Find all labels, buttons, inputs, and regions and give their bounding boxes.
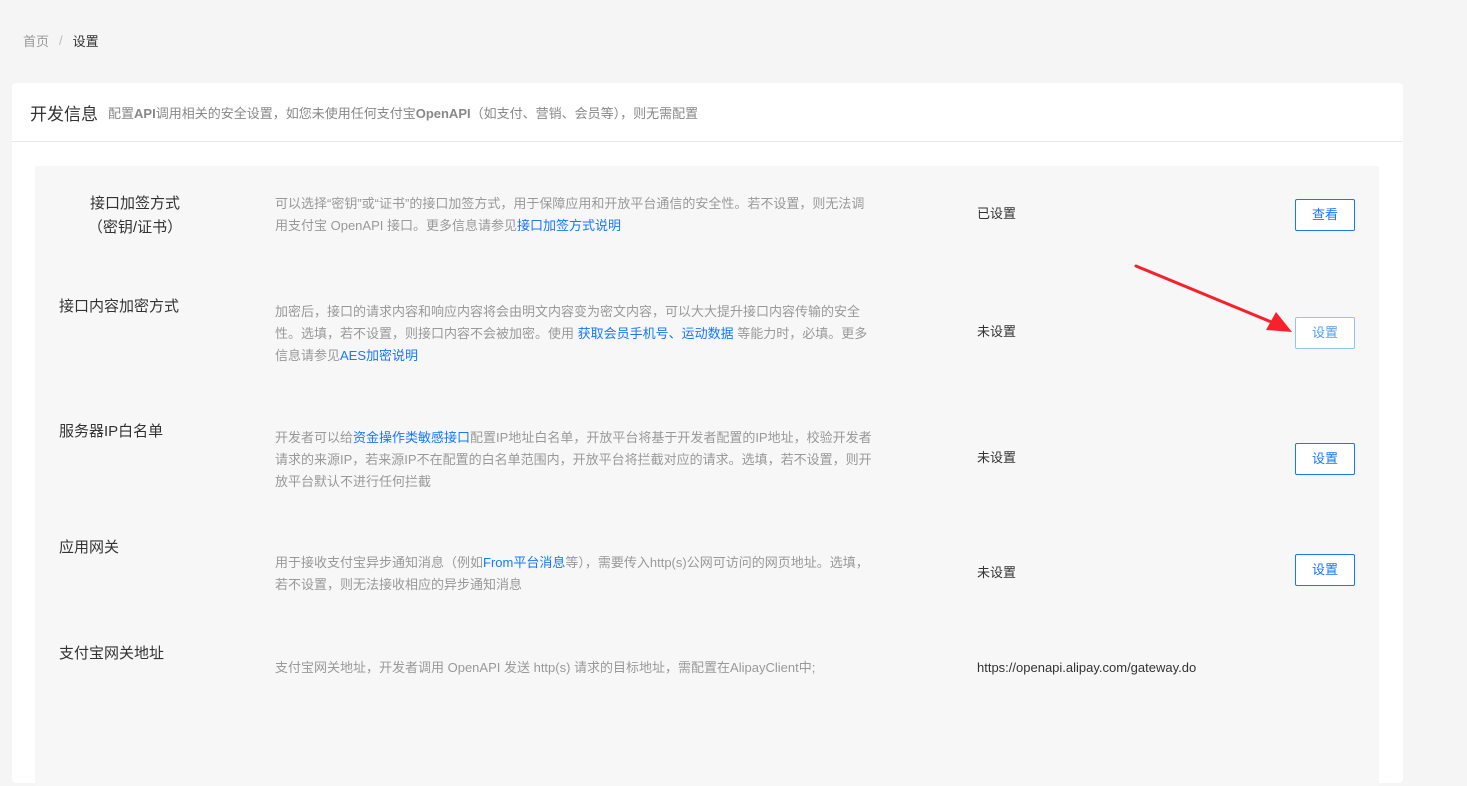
card-title: 开发信息 [30,104,98,124]
breadcrumb-separator: / [59,33,63,48]
row-status: 未设置 [977,450,1017,465]
sign-method-doc-link[interactable]: 接口加签方式说明 [517,218,621,233]
breadcrumb-current: 设置 [72,34,99,49]
card-description: 配置API调用相关的安全设置，如您未使用任何支付宝OpenAPI（如支付、营销、… [108,105,699,121]
row-label: 服务器IP白名单 [59,423,164,440]
fund-api-link[interactable]: 资金操作类敏感接口 [353,430,470,445]
row-description: 加密后，接口的请求内容和响应内容将会由明文内容变为密文内容，可以大大提升接口内容… [275,304,868,363]
red-arrow-icon [1134,264,1292,332]
breadcrumb-home[interactable]: 首页 [23,31,49,50]
card-header: 开发信息 配置API调用相关的安全设置，如您未使用任何支付宝OpenAPI（如支… [12,83,1403,142]
row-description: 开发者可以给资金操作类敏感接口配置IP地址白名单，开放平台将基于开发者配置的IP… [275,430,872,489]
gateway-url: https://openapi.alipay.com/gateway.do [977,660,1197,675]
row-description: 可以选择“密钥”或“证书”的接口加签方式，用于保障应用和开放平台通信的安全性。若… [275,196,865,233]
view-button[interactable]: 查看 [1295,199,1355,231]
breadcrumb: 首页 / 设置 [23,31,99,50]
sport-data-link[interactable]: 运动数据 [682,326,734,341]
row-description: 用于接收支付宝异步通知消息（例如From平台消息等），需要传入http(s)公网… [275,555,869,592]
set-button[interactable]: 设置 [1295,554,1355,586]
setting-row-app-gateway: 应用网关 用于接收支付宝异步通知消息（例如From平台消息等），需要传入http… [35,528,1379,628]
row-label: 接口加签方式 （密钥/证书） [87,195,183,236]
row-description: 支付宝网关地址，开发者调用 OpenAPI 发送 http(s) 请求的目标地址… [275,660,816,675]
member-phone-link[interactable]: 获取会员手机号 [578,326,669,341]
set-button[interactable]: 设置 [1295,443,1355,475]
row-status: 已设置 [977,206,1017,221]
row-status: 未设置 [977,565,1017,580]
row-label: 接口内容加密方式 [59,298,180,315]
setting-row-ip-whitelist: 服务器IP白名单 开发者可以给资金操作类敏感接口配置IP地址白名单，开放平台将基… [35,402,1379,528]
aes-doc-link[interactable]: AES加密说明 [340,348,418,363]
set-button[interactable]: 设置 [1295,317,1355,349]
from-platform-link[interactable]: From平台消息 [483,555,565,570]
settings-panel: 接口加签方式 （密钥/证书） 可以选择“密钥”或“证书”的接口加签方式，用于保障… [35,166,1379,786]
row-label: 应用网关 [59,539,120,556]
setting-row-alipay-gateway: 支付宝网关地址 支付宝网关地址，开发者调用 OpenAPI 发送 http(s)… [35,628,1379,728]
row-status: 未设置 [977,324,1017,339]
row-label: 支付宝网关地址 [59,645,165,662]
dev-info-card: 开发信息 配置API调用相关的安全设置，如您未使用任何支付宝OpenAPI（如支… [12,83,1403,786]
